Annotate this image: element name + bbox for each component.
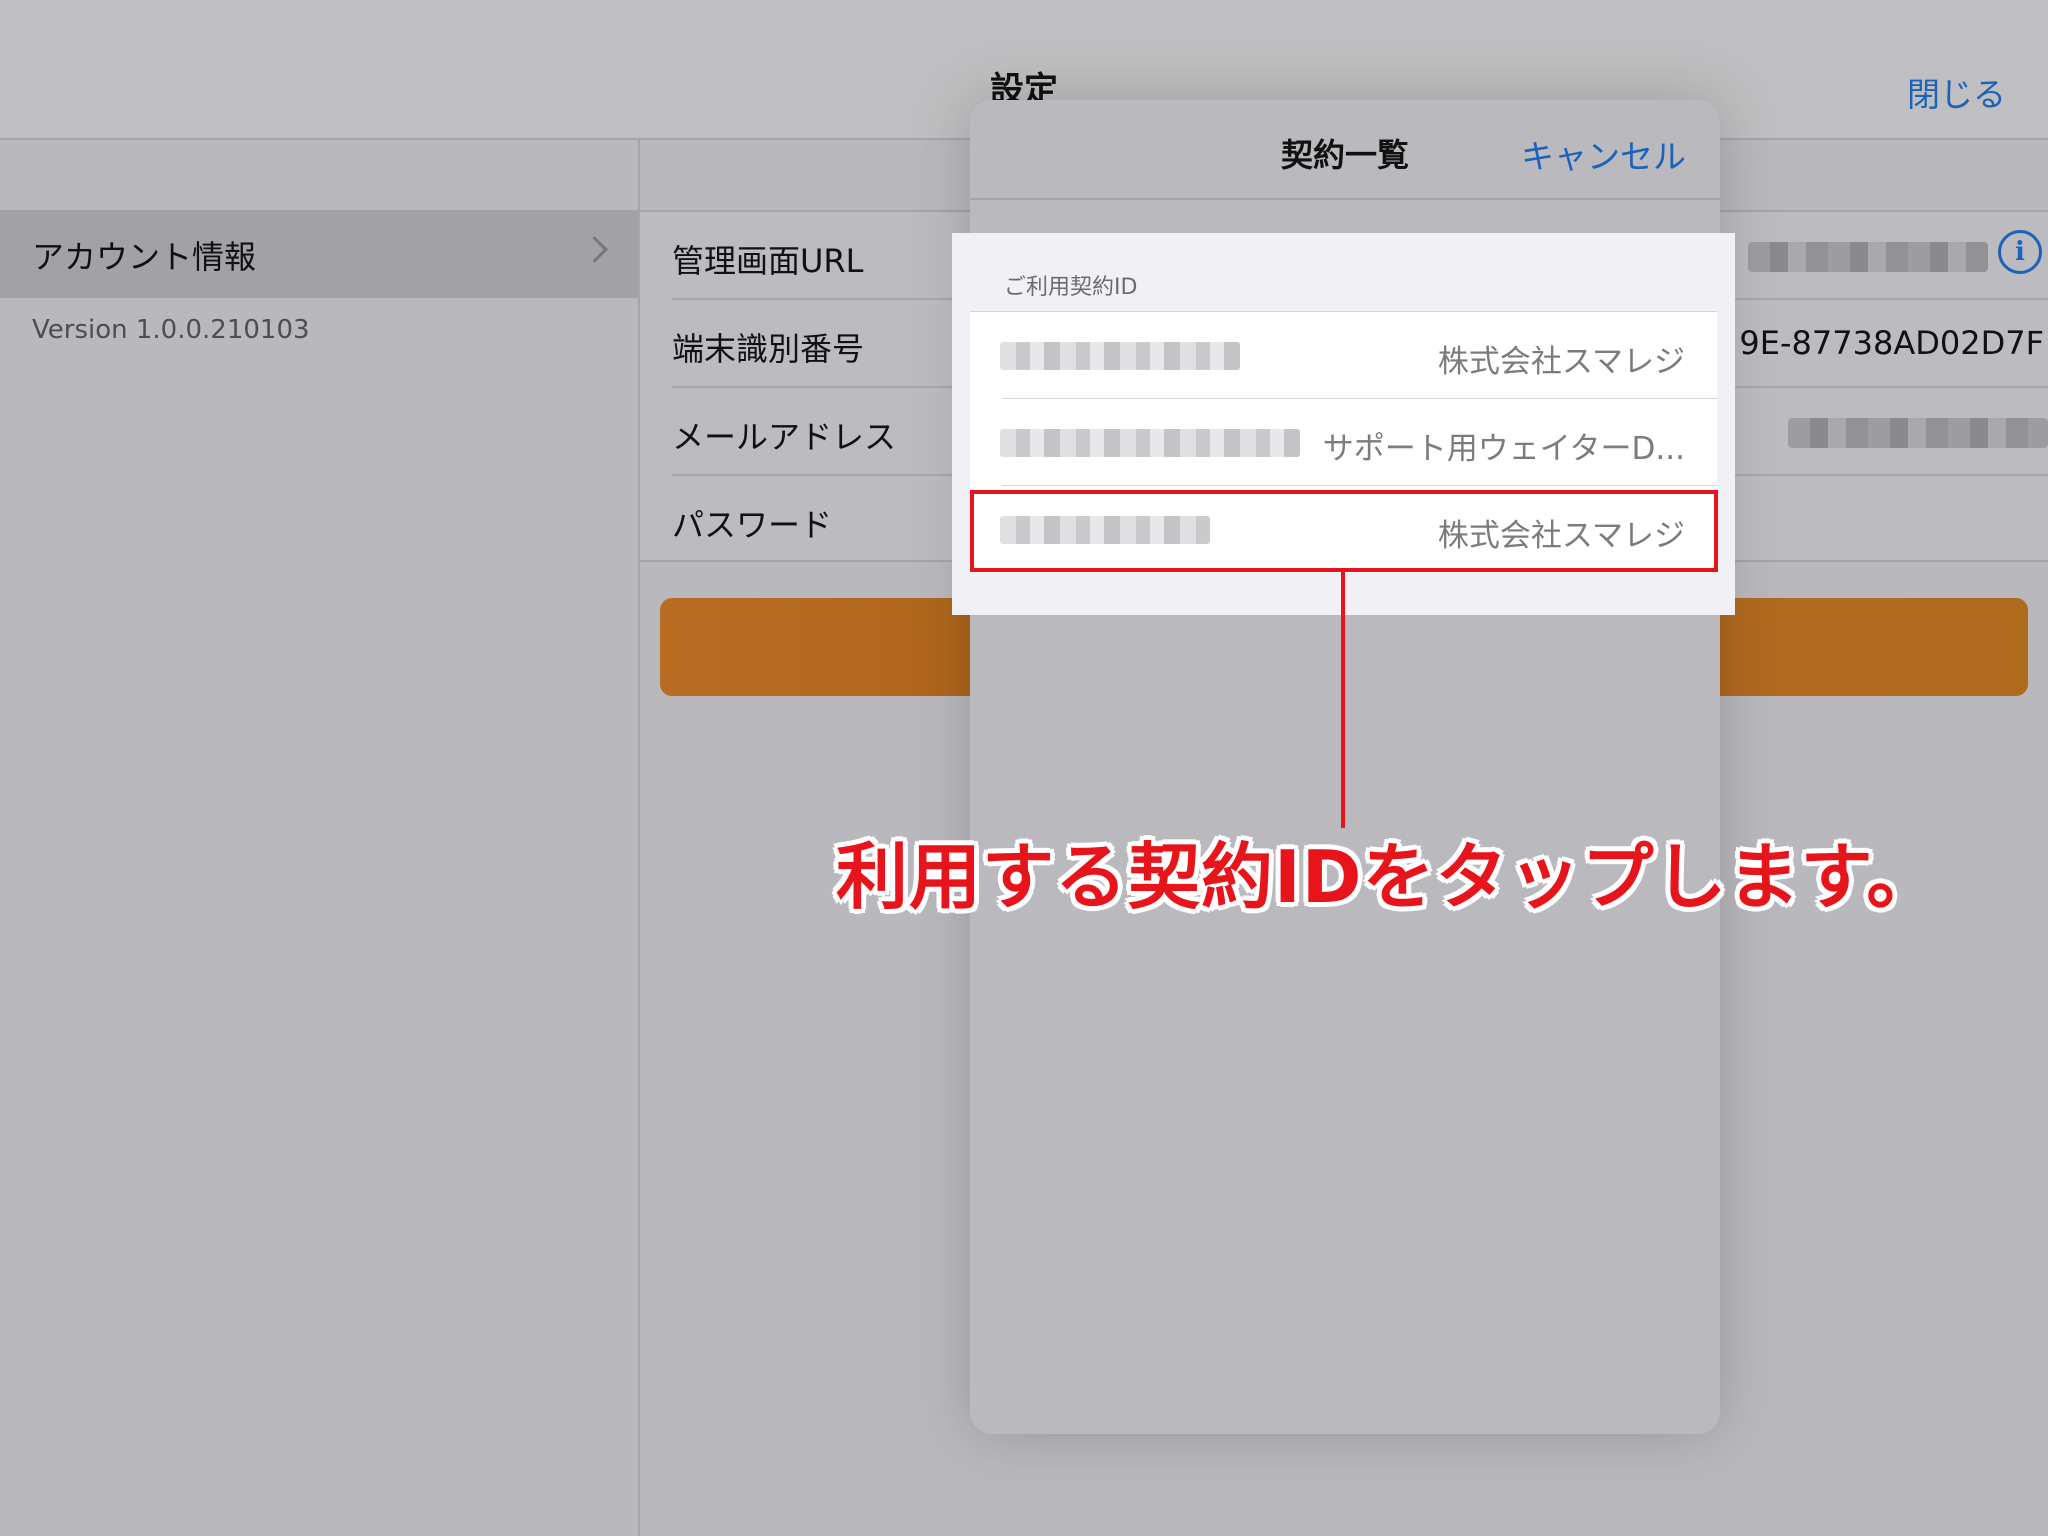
contract-company: 株式会社スマレジ (1437, 344, 1685, 380)
list-item[interactable]: サポート用ウェイターD... (970, 399, 1717, 486)
instruction-annotation: 利用する契約IDをタップします。 (836, 835, 1940, 919)
close-button[interactable]: 閉じる (1907, 68, 2006, 116)
section-header: ご利用契約ID (1004, 275, 1138, 300)
contract-list-modal: 契約一覧 キャンセル ご利用契約ID 株式会社スマレジ サポート用ウェイターD.… (952, 100, 1735, 1434)
info-icon[interactable]: i (1998, 230, 2042, 274)
device-id-value: 9E-87738AD02D7F (1739, 324, 2044, 362)
list-item-selected-target[interactable]: 株式会社スマレジ (970, 486, 1717, 573)
contract-list-panel: ご利用契約ID 株式会社スマレジ サポート用ウェイターD... 株式会社スマレジ (952, 233, 1735, 615)
detail-label: 端末識別番号 (672, 330, 865, 368)
detail-label: 管理画面URL (672, 242, 864, 280)
sidebar-item-label: アカウント情報 (32, 238, 257, 276)
detail-label: メールアドレス (672, 418, 897, 456)
modal-header: 契約一覧 キャンセル (970, 100, 1720, 200)
list-item[interactable]: 株式会社スマレジ (970, 312, 1717, 399)
sidebar-item-account-info[interactable]: アカウント情報 (0, 210, 638, 298)
callout-line (1341, 572, 1345, 828)
redacted-value (1788, 418, 2048, 448)
cancel-button[interactable]: キャンセル (1521, 130, 1686, 178)
contract-company: 株式会社スマレジ (1437, 518, 1685, 554)
redacted-value (1748, 242, 1988, 272)
redacted-contract-id (1000, 516, 1210, 544)
redacted-contract-id (1000, 429, 1300, 457)
contract-list: 株式会社スマレジ サポート用ウェイターD... 株式会社スマレジ (970, 311, 1717, 573)
chevron-right-icon (581, 236, 608, 263)
redacted-contract-id (1000, 342, 1240, 370)
contract-company: サポート用ウェイターD... (1322, 431, 1685, 467)
detail-label: パスワード (672, 506, 833, 544)
sidebar: アカウント情報 Version 1.0.0.210103 (0, 140, 640, 1536)
version-label: Version 1.0.0.210103 (32, 315, 310, 345)
